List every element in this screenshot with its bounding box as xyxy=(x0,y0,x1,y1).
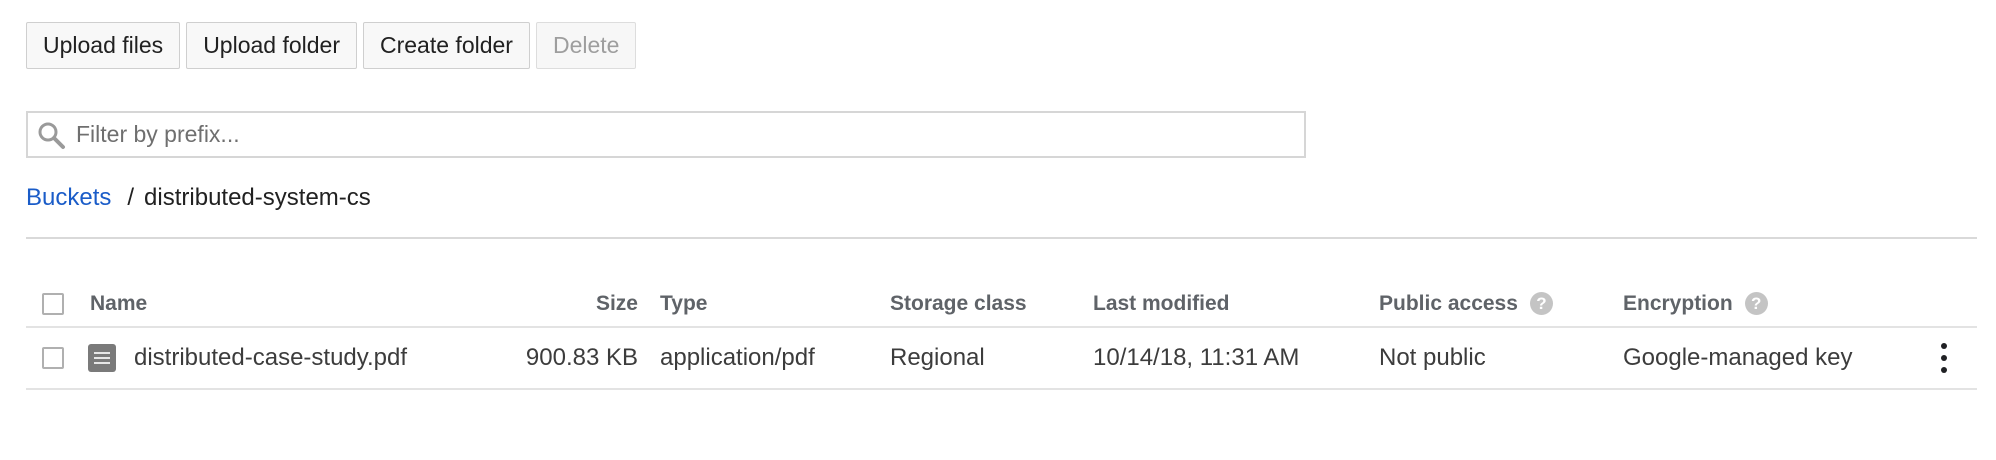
column-header-size[interactable]: Size xyxy=(366,281,638,326)
table-row: distributed-case-study.pdf 900.83 KB app… xyxy=(26,328,1977,390)
breadcrumb-buckets-link[interactable]: Buckets xyxy=(26,184,111,212)
name-cell xyxy=(88,328,116,388)
breadcrumb-current-bucket: distributed-system-cs xyxy=(144,184,371,211)
row-actions xyxy=(1940,328,1948,388)
upload-folder-button[interactable]: Upload folder xyxy=(186,22,357,69)
breadcrumb-separator: / xyxy=(127,184,135,211)
column-header-public-access-label[interactable]: Public access xyxy=(1379,292,1518,316)
select-all-cell xyxy=(42,281,64,326)
row-checkbox[interactable] xyxy=(42,347,64,369)
breadcrumb: Buckets / distributed-system-cs xyxy=(26,183,371,213)
column-header-name[interactable]: Name xyxy=(90,281,147,326)
help-icon[interactable]: ? xyxy=(1529,292,1553,315)
select-all-checkbox[interactable] xyxy=(42,292,64,315)
row-select-cell xyxy=(42,328,64,388)
table-header-row: Name Size Type Storage class Last modifi… xyxy=(26,281,1977,328)
last-modified-cell: 10/14/18, 11:31 AM xyxy=(1093,344,1300,371)
help-icon[interactable]: ? xyxy=(1744,292,1768,315)
storage-class-cell: Regional xyxy=(890,344,985,371)
column-header-public-access: Public access ? xyxy=(1379,281,1553,326)
toolbar: Upload files Upload folder Create folder… xyxy=(26,22,637,69)
delete-button: Delete xyxy=(535,22,637,69)
filter-box xyxy=(26,111,1306,158)
objects-table: Name Size Type Storage class Last modifi… xyxy=(26,281,1977,390)
column-header-encryption-label[interactable]: Encryption xyxy=(1623,292,1733,316)
create-folder-button[interactable]: Create folder xyxy=(363,22,530,69)
upload-files-button[interactable]: Upload files xyxy=(26,22,181,69)
filter-input[interactable] xyxy=(74,120,1278,149)
column-header-storage-class[interactable]: Storage class xyxy=(890,281,1027,326)
size-cell: 900.83 KB xyxy=(525,344,638,371)
type-cell: application/pdf xyxy=(660,344,815,371)
public-access-cell: Not public xyxy=(1379,344,1486,371)
more-options-icon[interactable] xyxy=(1940,343,1948,373)
column-header-last-modified[interactable]: Last modified xyxy=(1093,281,1230,326)
encryption-cell: Google-managed key xyxy=(1623,344,1853,371)
column-header-encryption: Encryption ? xyxy=(1623,281,1768,326)
file-document-icon xyxy=(88,344,116,372)
search-icon xyxy=(38,122,65,149)
divider xyxy=(26,237,1977,239)
column-header-type[interactable]: Type xyxy=(660,281,707,326)
